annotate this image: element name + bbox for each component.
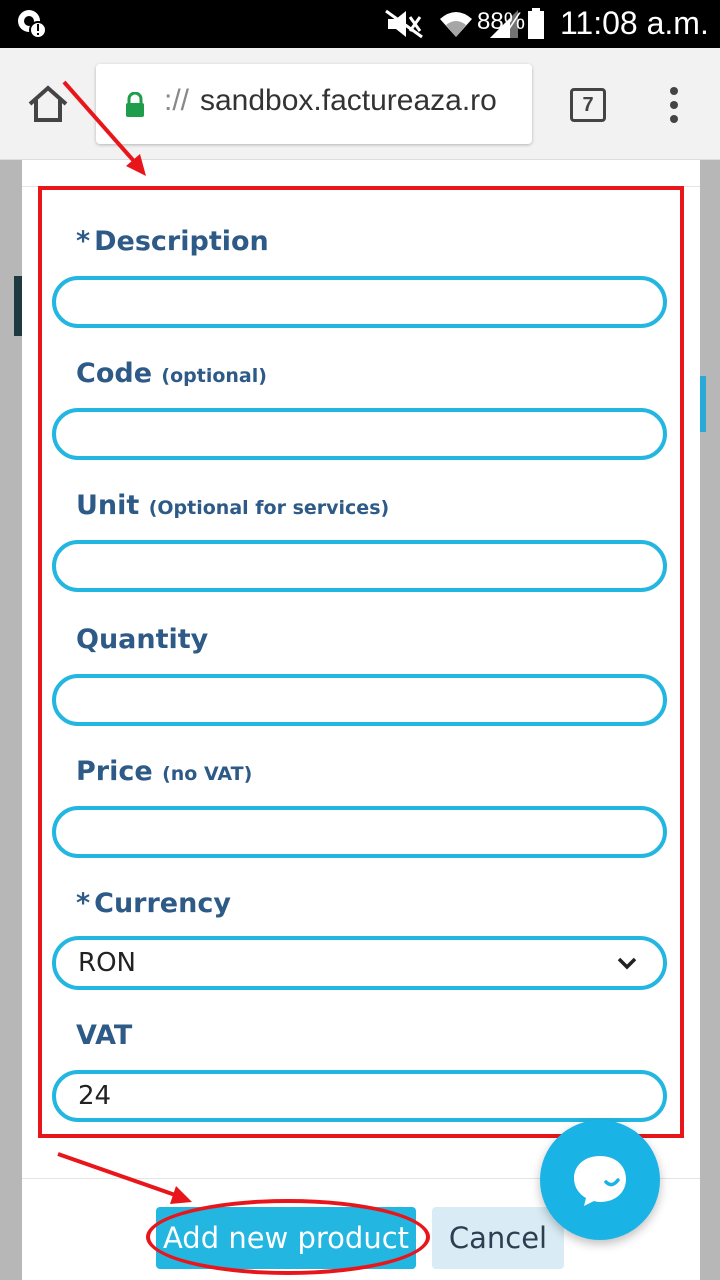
currency-value: RON: [78, 948, 136, 978]
tab-switcher-button[interactable]: 7: [570, 88, 606, 122]
divider: [22, 186, 700, 187]
lock-icon: [126, 92, 144, 117]
mute-icon: [385, 9, 423, 39]
unit-input[interactable]: [52, 540, 667, 592]
description-label: * Description: [76, 226, 269, 257]
unit-hint: (Optional for services): [148, 497, 390, 519]
description-input[interactable]: [52, 276, 667, 328]
battery-percent: 88%: [477, 8, 526, 35]
required-mark: *: [76, 888, 91, 919]
currency-select[interactable]: RON: [52, 936, 667, 990]
browser-toolbar: :// sandbox.factureaza.ro 7: [0, 48, 720, 160]
code-input[interactable]: [52, 408, 667, 460]
background-panel: [14, 276, 22, 336]
price-hint: (no VAT): [162, 763, 253, 785]
chat-button[interactable]: [540, 1120, 660, 1240]
quantity-input[interactable]: [52, 674, 667, 726]
cancel-button[interactable]: Cancel: [432, 1207, 564, 1269]
quantity-label: Quantity: [76, 624, 209, 655]
home-icon[interactable]: [26, 82, 70, 126]
url-scheme: ://: [164, 84, 190, 117]
battery-icon: [528, 8, 544, 39]
url-domain: sandbox.factureaza.ro: [200, 84, 497, 117]
code-hint: (optional): [161, 365, 267, 387]
price-label: Price (no VAT): [76, 756, 253, 787]
chevron-down-icon: [617, 957, 637, 970]
price-input[interactable]: [52, 806, 667, 858]
background-panel: [700, 376, 706, 432]
vat-input[interactable]: [52, 1070, 667, 1122]
code-label: Code (optional): [76, 358, 267, 389]
address-bar[interactable]: :// sandbox.factureaza.ro: [96, 64, 532, 144]
wifi-icon: [440, 12, 472, 37]
required-mark: *: [76, 226, 91, 257]
chat-bubble-icon: [574, 1156, 626, 1206]
currency-label: * Currency: [76, 888, 231, 919]
settings-alert-icon: [18, 10, 46, 38]
clock: 11:08 a.m.: [560, 5, 709, 41]
unit-label: Unit (Optional for services): [76, 490, 390, 521]
status-bar: 88% 11:08 a.m.: [0, 0, 720, 48]
overflow-menu-icon[interactable]: [668, 86, 680, 124]
add-new-product-button[interactable]: Add new product: [156, 1207, 416, 1269]
vat-label: VAT: [76, 1020, 133, 1051]
